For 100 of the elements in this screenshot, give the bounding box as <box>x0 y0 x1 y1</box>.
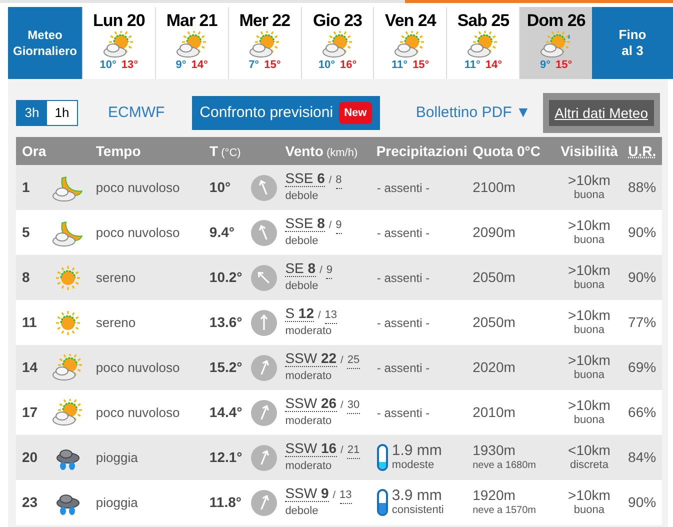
sun-cloud-icon <box>52 354 84 382</box>
column-header: Quota 0°C <box>472 142 540 158</box>
precipitation-text: - assenti - <box>376 270 430 284</box>
model-link[interactable]: ECMWF <box>108 102 165 124</box>
day-tab[interactable]: Gio 23 10° 16° <box>300 7 374 79</box>
column-header: U.R. <box>628 142 656 158</box>
column-header: Visibilità <box>560 142 618 158</box>
visibility-range: >10km <box>568 488 610 502</box>
temperature-cell-text: 12.1° <box>209 448 242 467</box>
min-temperature: 7° <box>248 59 260 72</box>
sky-condition: sereno <box>96 314 136 332</box>
precipitation-text: - assenti - <box>376 226 430 240</box>
humidity-cell: 90% <box>628 268 656 284</box>
wind-strength: debole <box>285 234 320 249</box>
daily-forecast-button[interactable]: Meteo Giornaliero <box>8 7 82 79</box>
freezing-level: 2100m <box>472 180 516 195</box>
visibility-quality: buona <box>574 232 605 248</box>
freezing-level: 2050m <box>472 315 516 330</box>
day-label: Dom 26 <box>526 11 586 31</box>
max-temperature: 14° <box>191 59 208 72</box>
freezing-level: 2050m <box>472 270 516 285</box>
day-tab[interactable]: Dom 26 9° 15° <box>519 7 592 79</box>
time-step-toggle[interactable]: 3h <box>17 101 47 125</box>
wind-gust: 30 <box>347 398 360 414</box>
wind-direction-icon <box>251 220 278 246</box>
pdf-bulletin-link[interactable]: Bollettino PDF ▼ <box>416 102 531 124</box>
hour-cell: 1 <box>22 178 30 194</box>
precipitation-text: - assenti - <box>376 360 430 374</box>
temperature-cell-text: 13.6° <box>209 313 242 332</box>
wind-strength: debole <box>285 279 320 294</box>
visibility-range: >10km <box>568 308 610 322</box>
visibility-range: >10km <box>568 172 610 188</box>
compare-forecasts-button[interactable]: Confronto previsioni New <box>192 96 380 130</box>
column-header: Ora <box>22 142 46 158</box>
min-temperature: 11° <box>464 59 480 72</box>
visibility-quality: buona <box>574 502 605 518</box>
new-badge: New <box>339 102 372 124</box>
day-tab[interactable]: Ven 24 11° 15° <box>373 7 446 79</box>
column-header: Vento (km/h) <box>285 142 358 158</box>
humidity-cell: 84% <box>628 448 656 464</box>
temperature-cell-text: 10.2° <box>209 268 242 287</box>
sky-condition: sereno <box>96 268 136 287</box>
hour-cell: 5 <box>22 224 30 240</box>
snow-level: neve a 1680m <box>472 458 537 472</box>
wind-gust: 13 <box>340 488 352 504</box>
wind-strength: moderato <box>285 369 333 384</box>
max-temperature: 15° <box>412 59 430 72</box>
hour-cell: 8 <box>22 268 30 284</box>
visibility-quality: buona <box>574 412 605 428</box>
wind-direction-icon <box>251 444 278 470</box>
precipitation-text: - assenti - <box>376 316 430 330</box>
moon-cloud-icon <box>52 218 84 246</box>
min-temperature: 9° <box>176 59 186 72</box>
wind-strength: debole <box>285 504 320 519</box>
wind-gust: 25 <box>347 353 360 369</box>
min-temperature: 10° <box>318 59 335 72</box>
time-step-toggle[interactable]: 1h <box>47 101 77 125</box>
humidity-cell: 90% <box>628 224 656 240</box>
freezing-level: 2020m <box>472 360 516 375</box>
sky-condition: poco nuvoloso <box>96 224 180 242</box>
wind-speed: SSW 22 <box>285 351 337 367</box>
separator: / <box>340 444 344 458</box>
wind-gust: 9 <box>336 218 342 234</box>
sun-cloud-icon <box>394 31 426 59</box>
visibility-range: >10km <box>568 352 610 368</box>
sun-cloud-icon <box>102 31 135 59</box>
temperature-cell-text: 15.2° <box>209 358 242 377</box>
day-label: Gio 23 <box>313 11 362 31</box>
separator: / <box>320 264 322 278</box>
wind-gust: 8 <box>336 173 342 189</box>
sun-cloud-icon <box>248 31 281 59</box>
separator: / <box>328 219 332 233</box>
freezing-level: 2090m <box>472 225 516 240</box>
sun-cloud-icon <box>540 31 572 59</box>
day-label: Mer 22 <box>239 11 290 31</box>
sun-cloud-icon <box>467 31 500 59</box>
more-weather-data-button[interactable]: Altri dati Meteo <box>548 100 654 126</box>
precipitation-text: - assenti - <box>376 406 430 420</box>
more-days-button[interactable]: Fino al 3 <box>592 7 673 79</box>
visibility-range: >10km <box>568 262 610 278</box>
wind-strength: moderato <box>285 459 333 474</box>
wind-direction-icon <box>251 264 278 290</box>
visibility-range: >10km <box>568 218 610 232</box>
min-temperature: 9° <box>540 59 551 72</box>
hour-cell: 11 <box>22 314 37 330</box>
snow-level: neve a 1570m <box>472 504 537 518</box>
wind-direction-icon <box>251 310 278 336</box>
wind-speed: SSW 16 <box>285 441 337 457</box>
day-label: Ven 24 <box>384 11 436 31</box>
visibility-range: <10km <box>568 442 610 458</box>
humidity-cell: 90% <box>628 494 656 510</box>
visibility-quality: buona <box>574 278 605 292</box>
precipitation-amount: 1.9 mm <box>392 444 442 458</box>
hour-cell: 14 <box>22 358 38 374</box>
freezing-level: 1920m <box>472 488 516 502</box>
separator: / <box>332 489 336 503</box>
column-header: T (°C) <box>210 142 241 158</box>
separator: / <box>328 174 332 188</box>
temperature-cell-text: 11.8° <box>209 493 242 512</box>
sky-condition: pioggia <box>96 448 138 467</box>
